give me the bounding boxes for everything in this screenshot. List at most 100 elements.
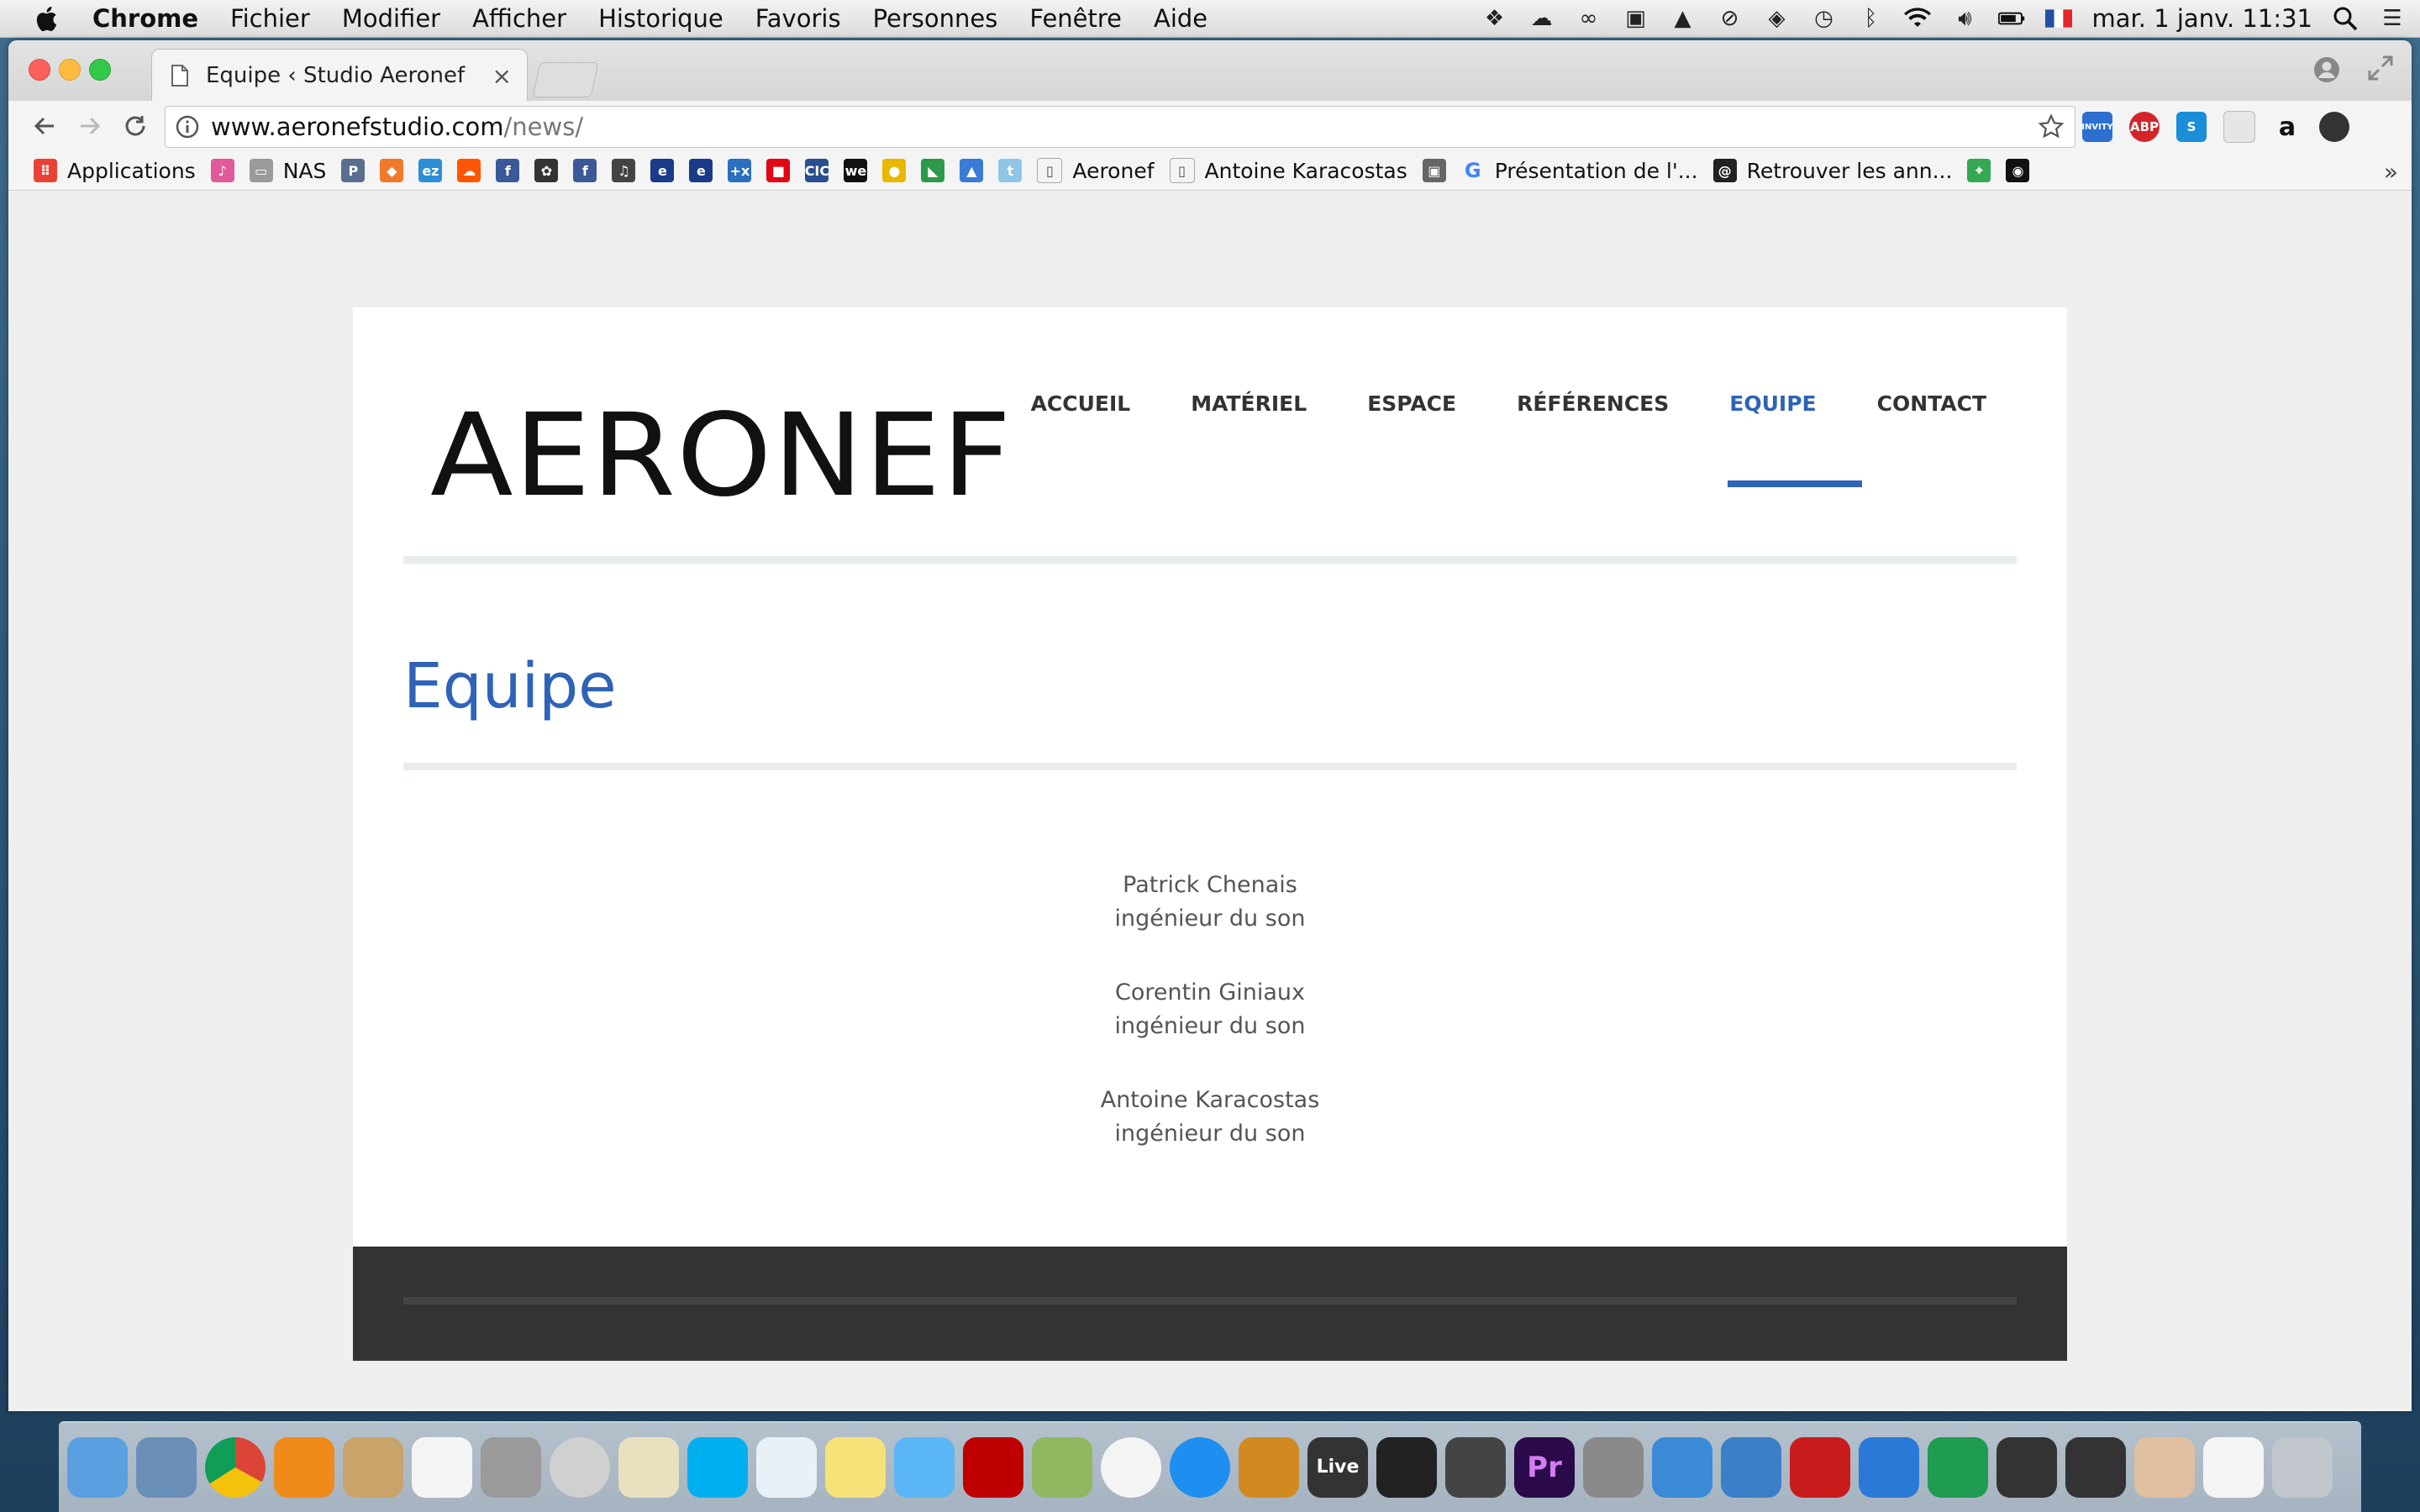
bookmark-item[interactable]: ◆ [380, 159, 404, 182]
dvd-icon[interactable] [550, 1436, 610, 1498]
premiere-icon[interactable]: Pr [1514, 1436, 1575, 1498]
invity-extension-icon[interactable]: INVITY [2081, 112, 2113, 142]
info-icon[interactable] [176, 115, 199, 139]
address-bar[interactable]: www.aeronefstudio.com/news/ [165, 106, 2075, 148]
site-logo[interactable]: AERONEF [430, 390, 1013, 522]
silent-icon[interactable] [1445, 1436, 1506, 1498]
menu-personnes[interactable]: Personnes [873, 4, 998, 33]
network-icon[interactable]: ▣ [1621, 4, 1649, 33]
menu-afficher[interactable]: Afficher [472, 4, 566, 33]
volume-icon[interactable]: 🔊︎ [1950, 4, 1979, 33]
bird-icon[interactable] [1652, 1436, 1712, 1498]
bookmark-item[interactable]: ● [882, 159, 907, 182]
bookmark-item[interactable]: t [998, 159, 1023, 182]
nav-contact[interactable]: CONTACT [1877, 391, 1986, 416]
textedit-icon[interactable] [756, 1436, 817, 1498]
logic-icon[interactable] [1376, 1436, 1437, 1498]
nav-espace[interactable]: ESPACE [1367, 391, 1456, 416]
menu-historique[interactable]: Historique [598, 4, 723, 33]
bookmark-star-icon[interactable] [2038, 113, 2065, 140]
bookmark-item[interactable]: ✿ [534, 159, 559, 182]
reload-button[interactable] [113, 103, 158, 149]
transmit-icon[interactable] [1721, 1436, 1781, 1498]
trash-icon[interactable] [2272, 1436, 2333, 1498]
tab-equipe[interactable]: Equipe ‹ Studio Aeronef × [151, 49, 528, 102]
input-source-flag-icon[interactable] [2044, 4, 2073, 33]
nav-equipe[interactable]: EQUIPE [1729, 391, 1816, 416]
fullscreen-icon[interactable] [2366, 54, 2395, 82]
bookmark-item[interactable]: ez [418, 159, 443, 182]
profile-icon[interactable] [2312, 55, 2341, 84]
vlc-icon[interactable] [274, 1436, 334, 1498]
app-store-icon[interactable] [1170, 1436, 1230, 1498]
bookmark-item[interactable]: f [496, 159, 520, 182]
close-window-button[interactable] [29, 59, 50, 81]
apple-menu-icon[interactable] [0, 4, 92, 33]
bookmark-item[interactable]: G Présentation de l'... [1460, 159, 1698, 183]
iphoto-icon[interactable] [1032, 1436, 1092, 1498]
bookmark-item[interactable]: CIC [805, 159, 829, 182]
finder-icon[interactable] [67, 1436, 128, 1498]
bookmark-item[interactable]: ▯ Antoine Karacostas [1169, 158, 1407, 183]
menu-app-name[interactable]: Chrome [92, 4, 198, 33]
bookmark-item[interactable]: ■ [766, 159, 791, 182]
bookmark-item[interactable]: e [650, 159, 675, 182]
skype-icon[interactable] [687, 1436, 748, 1498]
circle-icon[interactable]: ⊘ [1715, 4, 1744, 33]
creative-cloud-icon[interactable]: ∞ [1574, 4, 1602, 33]
bookmark-item[interactable]: f [573, 159, 597, 182]
bookmark-item[interactable]: ▭ NAS [249, 159, 326, 183]
word-icon[interactable] [1859, 1436, 1919, 1498]
calculator-icon[interactable] [481, 1436, 541, 1498]
contacts-icon[interactable] [343, 1436, 403, 1498]
acrobat-icon[interactable] [1790, 1436, 1850, 1498]
zoom-window-button[interactable] [89, 59, 111, 81]
ua1-icon[interactable] [1996, 1436, 2057, 1498]
bookmark-item[interactable]: P [341, 159, 366, 182]
messages-icon[interactable] [894, 1436, 955, 1498]
nav-materiel[interactable]: MATÉRIEL [1191, 391, 1307, 416]
bluetooth-icon[interactable]: ᛒ [1856, 4, 1885, 33]
grid-extension-icon[interactable] [2223, 111, 2255, 143]
dropbox-icon[interactable]: ❖ [1480, 4, 1508, 33]
adblock-extension-icon[interactable]: ABP [2129, 112, 2160, 142]
bookmark-item[interactable]: ♫ [612, 159, 636, 182]
clock[interactable]: mar. 1 janv. 11:31 [2091, 4, 2312, 33]
drive-icon[interactable]: ▲ [1668, 4, 1697, 33]
itunes-icon[interactable] [1101, 1436, 1161, 1498]
bookmark-item[interactable]: e [689, 159, 713, 182]
menu-fichier[interactable]: Fichier [230, 4, 310, 33]
battery-icon[interactable] [1997, 4, 2026, 33]
new-tab-button[interactable] [532, 62, 599, 97]
garageband-icon[interactable] [1239, 1436, 1299, 1498]
bookmark-item[interactable]: ◣ [921, 159, 945, 182]
preview-icon[interactable] [618, 1436, 679, 1498]
bookmark-item[interactable]: ▯ Aeronef [1037, 158, 1155, 183]
photo-icon[interactable] [2134, 1436, 2195, 1498]
mail-icon[interactable] [136, 1436, 197, 1498]
cloud-icon[interactable]: ☁ [1527, 4, 1555, 33]
ua-icon[interactable]: ◈ [1762, 4, 1791, 33]
forward-button[interactable] [67, 103, 113, 149]
skype-extension-icon[interactable]: S [2176, 112, 2207, 142]
bookmarks-overflow-icon[interactable]: » [2384, 158, 2398, 186]
nav-accueil[interactable]: ACCUEIL [1031, 391, 1131, 416]
tab-close-icon[interactable]: × [492, 62, 512, 90]
bookmark-item[interactable]: ♪ [210, 159, 234, 182]
wifi-icon[interactable] [1903, 4, 1932, 33]
calendar-icon[interactable] [412, 1436, 472, 1498]
spotlight-icon[interactable] [2331, 4, 2360, 33]
documents-icon[interactable] [2203, 1436, 2264, 1498]
menu-favoris[interactable]: Favoris [755, 4, 841, 33]
notes-icon[interactable] [825, 1436, 886, 1498]
bookmark-item[interactable]: ▣ [1422, 159, 1446, 182]
notification-center-icon[interactable]: ☰ [2378, 4, 2407, 33]
nav-references[interactable]: RÉFÉRENCES [1517, 391, 1669, 416]
bookmark-item[interactable]: ⠿ Applications [34, 159, 196, 183]
bookmark-item[interactable]: ▲ [960, 159, 984, 182]
bookmark-item[interactable]: @ Retrouver les ann... [1712, 159, 1952, 183]
time-machine-icon[interactable]: ◷ [1809, 4, 1838, 33]
menu-aide[interactable]: Aide [1154, 4, 1207, 33]
menu-modifier[interactable]: Modifier [342, 4, 440, 33]
bookmark-item[interactable]: ☁ [457, 159, 481, 182]
